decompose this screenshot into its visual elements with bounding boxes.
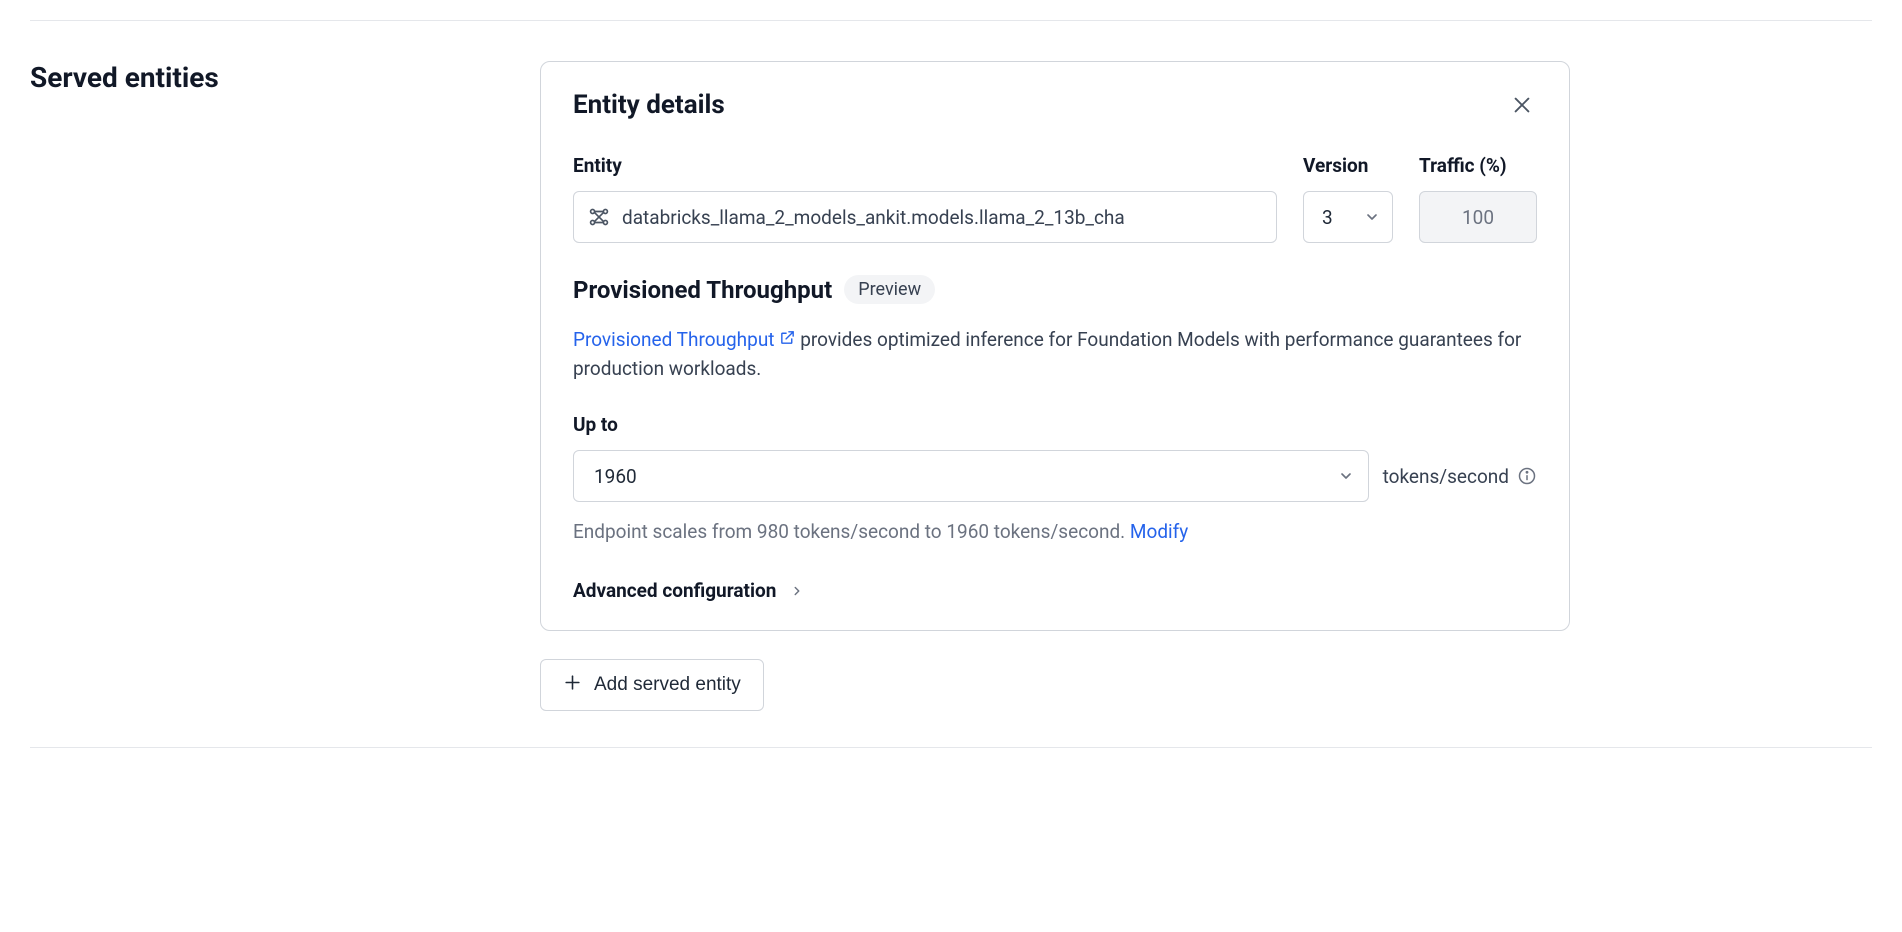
external-link-icon: [779, 326, 796, 355]
advanced-label: Advanced configuration: [573, 579, 776, 602]
chevron-down-icon: [1364, 209, 1380, 225]
close-icon: [1511, 94, 1533, 120]
traffic-value: 100: [1462, 206, 1494, 229]
served-entities-heading: Served entities: [30, 61, 540, 94]
add-served-entity-button[interactable]: Add served entity: [540, 659, 764, 711]
chevron-down-icon: [1338, 468, 1354, 484]
version-label: Version: [1303, 154, 1393, 177]
entity-input[interactable]: databricks_llama_2_models_ankit.models.l…: [573, 191, 1277, 243]
upto-value: 1960: [594, 465, 637, 488]
close-button[interactable]: [1507, 90, 1537, 124]
chevron-right-icon: [790, 584, 804, 598]
traffic-input: 100: [1419, 191, 1537, 243]
plus-icon: [563, 673, 582, 698]
unit-text: tokens/second: [1383, 465, 1509, 488]
add-served-entity-label: Add served entity: [594, 674, 741, 696]
scale-info: Endpoint scales from 980 tokens/second t…: [573, 520, 1537, 543]
version-select[interactable]: 3: [1303, 191, 1393, 243]
info-icon[interactable]: [1517, 466, 1537, 486]
version-value: 3: [1322, 206, 1333, 229]
throughput-description: Provisioned Throughput provides optimize…: [573, 326, 1537, 383]
entity-details-title: Entity details: [573, 90, 725, 120]
entity-value: databricks_llama_2_models_ankit.models.l…: [622, 206, 1125, 229]
model-icon: [588, 206, 610, 228]
modify-link[interactable]: Modify: [1130, 520, 1188, 543]
provisioned-throughput-link[interactable]: Provisioned Throughput: [573, 326, 796, 355]
entity-label: Entity: [573, 154, 1277, 177]
provisioned-throughput-title: Provisioned Throughput: [573, 276, 832, 304]
upto-label: Up to: [573, 413, 1537, 436]
entity-details-card: Entity details Entity: [540, 61, 1570, 631]
traffic-label: Traffic (%): [1419, 154, 1537, 177]
advanced-configuration-toggle[interactable]: Advanced configuration: [573, 579, 1537, 602]
upto-select[interactable]: 1960: [573, 450, 1369, 502]
preview-badge: Preview: [844, 275, 935, 304]
